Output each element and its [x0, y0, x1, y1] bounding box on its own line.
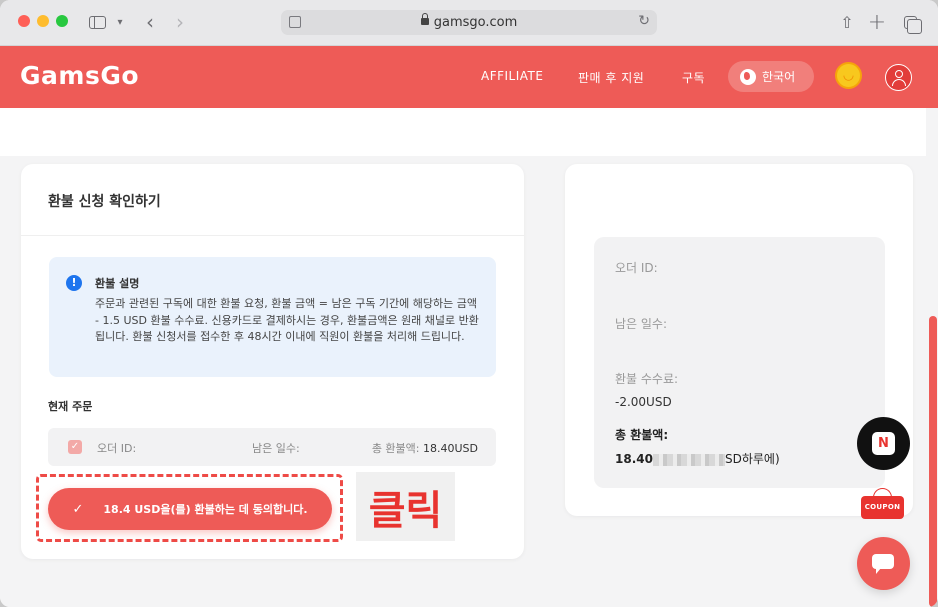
reload-icon[interactable]: ↻ — [638, 13, 650, 29]
chevron-down-icon[interactable]: ▾ — [113, 10, 127, 34]
site-header: GamsGo AFFILIATE 판매 후 지원 구독 한국어 ◡ — [0, 46, 938, 108]
refund-notice: ! 환불 설명 주문과 관련된 구독에 대한 환불 요청, 환불 금액 = 남은… — [49, 257, 496, 377]
scrollbar-thumb[interactable] — [929, 316, 937, 607]
summary-total-label: 총 환불액: — [615, 428, 669, 442]
naver-letter: N — [872, 432, 895, 455]
nav-subscription[interactable]: 구독 — [682, 69, 705, 86]
nav-after-sales-support[interactable]: 판매 후 지원 — [578, 69, 644, 86]
order-total-label: 총 환불액: — [371, 442, 420, 455]
back-icon[interactable]: ‹ — [140, 10, 160, 34]
redacted-area — [652, 453, 725, 466]
globe-icon — [740, 68, 756, 85]
refund-summary: 오더 ID: 남은 일수: 환불 수수료: -2.00USD 총 환불액: 18… — [594, 237, 885, 488]
naver-icon[interactable]: N — [857, 417, 910, 470]
remaining-days-label: 남은 일수: — [252, 442, 300, 455]
zoom-window-button[interactable] — [56, 15, 68, 27]
checkbox-checked-icon[interactable]: ✓ — [68, 440, 82, 454]
summary-total-prefix: 18.40 — [615, 452, 653, 466]
tabs-icon[interactable] — [900, 10, 922, 34]
nav-affiliate[interactable]: AFFILIATE — [481, 69, 543, 83]
address-bar[interactable]: gamsgo.com ↻ — [281, 10, 657, 35]
lock-icon — [420, 13, 429, 25]
gamsgo-logo[interactable]: GamsGo — [20, 61, 139, 90]
notice-body: 주문과 관련된 구독에 대한 환불 요청, 환불 금액 = 남은 구독 기간에 … — [95, 297, 479, 343]
agree-refund-label: 18.4 USD을(를) 환불하는 데 동의합니다. — [103, 503, 308, 516]
plus-icon[interactable]: + — [867, 10, 887, 35]
click-annotation: 클릭 — [356, 472, 455, 541]
summary-fee-label: 환불 수수료: — [615, 372, 679, 386]
chat-icon[interactable] — [857, 537, 910, 590]
user-avatar-icon[interactable] — [885, 64, 912, 91]
summary-days-label: 남은 일수: — [615, 317, 668, 331]
notice-title: 환불 설명 — [95, 277, 140, 290]
check-icon: ✓ — [72, 501, 84, 517]
order-id-label: 오더 ID: — [97, 442, 137, 455]
order-total: 총 환불액: 18.40USD — [372, 440, 478, 456]
current-order-label: 현재 주문 — [48, 400, 93, 413]
summary-total-suffix: SD하루에) — [724, 452, 780, 466]
summary-order-id-label: 오더 ID: — [615, 261, 658, 275]
summary-total-value: 18.40 SD하루에) — [615, 450, 780, 467]
divider — [21, 235, 524, 236]
close-window-button[interactable] — [18, 15, 30, 27]
agree-refund-button[interactable]: ✓ 18.4 USD을(를) 환불하는 데 동의합니다. — [48, 488, 332, 530]
minimize-window-button[interactable] — [37, 15, 49, 27]
browser-window: ▾ ‹ › gamsgo.com ↻ ⇧ + GamsGo AFFILIATE … — [0, 0, 938, 607]
language-button[interactable]: 한국어 — [728, 61, 814, 92]
refund-summary-card: 오더 ID: 남은 일수: 환불 수수료: -2.00USD 총 환불액: 18… — [565, 164, 913, 516]
order-total-value: 18.40USD — [423, 442, 478, 455]
forward-icon[interactable]: › — [170, 10, 190, 34]
card-title: 환불 신청 확인하기 — [48, 194, 161, 210]
sidebar-icon[interactable] — [86, 10, 108, 34]
share-icon[interactable]: ⇧ — [837, 10, 857, 34]
url-display: gamsgo.com — [281, 13, 657, 30]
page-top-band — [0, 108, 926, 156]
summary-fee-value: -2.00USD — [615, 395, 672, 409]
order-row[interactable]: ✓ 오더 ID: 남은 일수: 총 환불액: 18.40USD — [48, 428, 496, 466]
coupon-label: COUPON — [861, 496, 904, 519]
info-icon: ! — [66, 275, 82, 291]
click-annotation-text: 클릭 — [368, 488, 443, 534]
coupon-icon[interactable]: COUPON — [861, 488, 904, 520]
url-text: gamsgo.com — [433, 15, 518, 30]
browser-toolbar: ▾ ‹ › gamsgo.com ↻ ⇧ + — [0, 0, 938, 46]
coin-icon[interactable]: ◡ — [835, 62, 862, 89]
language-label: 한국어 — [762, 70, 796, 84]
